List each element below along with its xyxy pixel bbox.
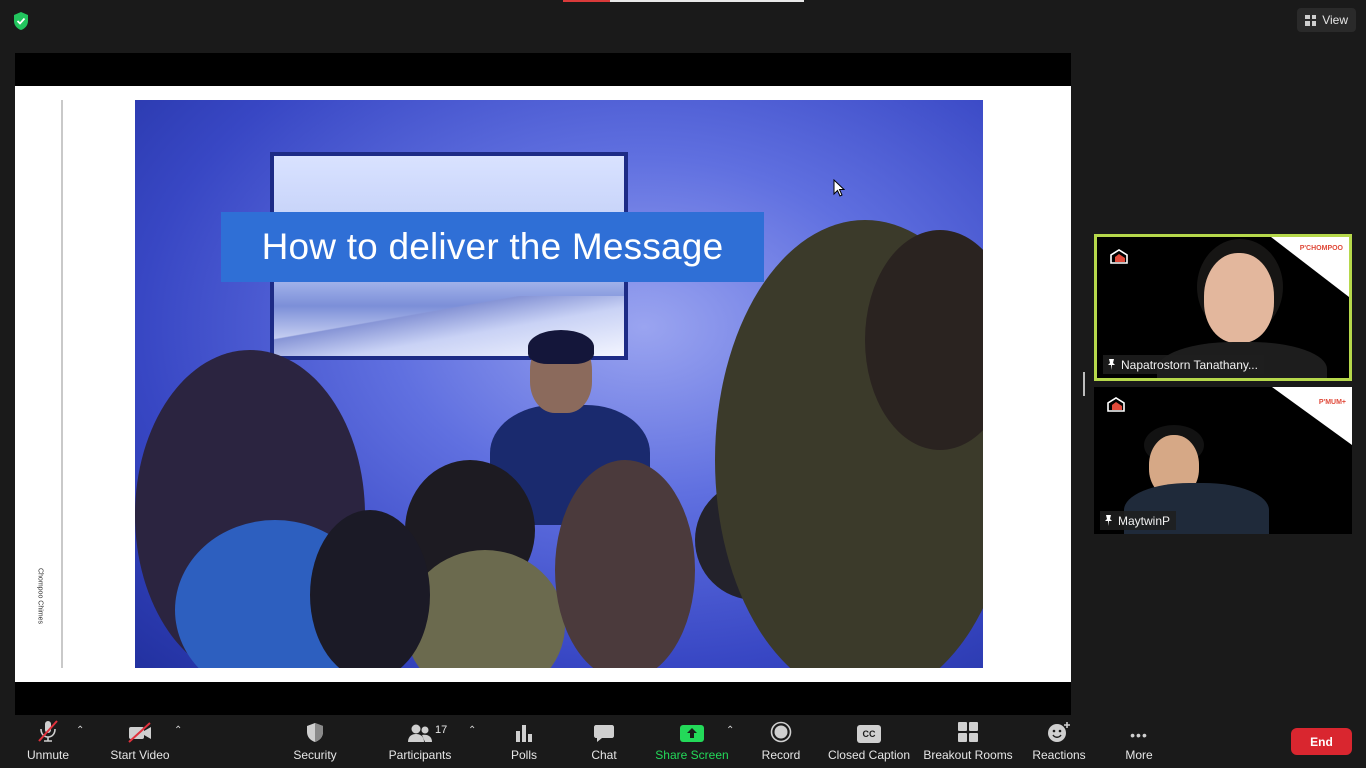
brand-logo-icon bbox=[1107, 397, 1125, 412]
security-shield-icon bbox=[307, 723, 323, 742]
brand-corner-text: P'MUM+ bbox=[1318, 399, 1346, 406]
more-button[interactable]: ••• More bbox=[1120, 715, 1158, 768]
more-dots-icon: ••• bbox=[1130, 727, 1148, 743]
participants-button[interactable]: Participants bbox=[386, 715, 454, 768]
unmute-button[interactable]: Unmute bbox=[22, 715, 74, 768]
shared-screen[interactable]: Chompoo Chimes How to deliver the Messag… bbox=[15, 53, 1071, 715]
polls-button[interactable]: Polls bbox=[508, 715, 540, 768]
slide-title: How to deliver the Message bbox=[261, 226, 724, 267]
participant-tile-napatrostorn[interactable]: P'CHOMPOO Napatrostorn Tanathany... bbox=[1094, 234, 1352, 381]
chat-button[interactable]: Chat bbox=[588, 715, 620, 768]
participants-count: 17 bbox=[435, 724, 448, 736]
participant-name-label: Napatrostorn Tanathany... bbox=[1103, 355, 1264, 374]
meeting-toolbar: Unmute ⌃ Start Video ⌃ Security Particip… bbox=[0, 715, 1366, 768]
security-button[interactable]: Security bbox=[288, 715, 342, 768]
end-meeting-button[interactable]: End bbox=[1291, 728, 1352, 755]
presentation-slide: Chompoo Chimes How to deliver the Messag… bbox=[15, 86, 1071, 682]
encryption-shield-icon[interactable] bbox=[12, 11, 30, 31]
participants-options-caret[interactable]: ⌃ bbox=[468, 725, 476, 736]
slide-title-banner: How to deliver the Message bbox=[221, 212, 764, 282]
breakout-rooms-button[interactable]: Breakout Rooms bbox=[922, 715, 1014, 768]
brand-corner-text: P'CHOMPOO bbox=[1299, 245, 1343, 252]
record-icon bbox=[770, 721, 792, 743]
slide-photo: How to deliver the Message bbox=[135, 100, 983, 668]
zoom-meeting-window: View Chompoo Chimes How to deliver the M… bbox=[0, 0, 1366, 768]
participant-face bbox=[1204, 253, 1274, 343]
mouse-cursor-icon bbox=[833, 179, 845, 197]
reactions-smiley-icon bbox=[1048, 722, 1070, 742]
closed-caption-button[interactable]: CC Closed Caption bbox=[828, 715, 910, 768]
share-screen-button[interactable]: Share Screen bbox=[655, 715, 729, 768]
brand-logo-icon bbox=[1110, 249, 1128, 264]
polls-bar-chart-icon bbox=[516, 725, 532, 742]
participant-tile-maytwinp[interactable]: P'MUM+ MaytwinP bbox=[1094, 387, 1352, 534]
view-button[interactable]: View bbox=[1297, 8, 1356, 32]
participant-name-label: MaytwinP bbox=[1100, 511, 1177, 530]
slide-divider-line bbox=[61, 100, 63, 668]
share-progress-indicator bbox=[563, 0, 804, 2]
closed-caption-icon: CC bbox=[857, 725, 881, 743]
panel-resize-handle[interactable] bbox=[1083, 372, 1085, 396]
pin-icon bbox=[1105, 515, 1112, 526]
pin-icon bbox=[1108, 359, 1115, 370]
slide-side-credit: Chompoo Chimes bbox=[36, 567, 44, 625]
start-video-button[interactable]: Start Video bbox=[108, 715, 172, 768]
video-options-caret[interactable]: ⌃ bbox=[174, 725, 182, 736]
microphone-muted-icon bbox=[38, 720, 58, 742]
audio-options-caret[interactable]: ⌃ bbox=[76, 725, 84, 736]
video-camera-off-icon bbox=[128, 722, 151, 743]
reactions-button[interactable]: Reactions bbox=[1030, 715, 1088, 768]
share-options-caret[interactable]: ⌃ bbox=[726, 725, 734, 736]
view-grid-icon bbox=[1305, 14, 1317, 26]
share-screen-arrow-icon bbox=[680, 725, 704, 742]
participants-icon bbox=[408, 724, 432, 742]
view-label: View bbox=[1322, 13, 1348, 27]
record-button[interactable]: Record bbox=[760, 715, 802, 768]
chat-bubble-icon bbox=[594, 725, 614, 742]
breakout-rooms-grid-icon bbox=[958, 722, 978, 742]
